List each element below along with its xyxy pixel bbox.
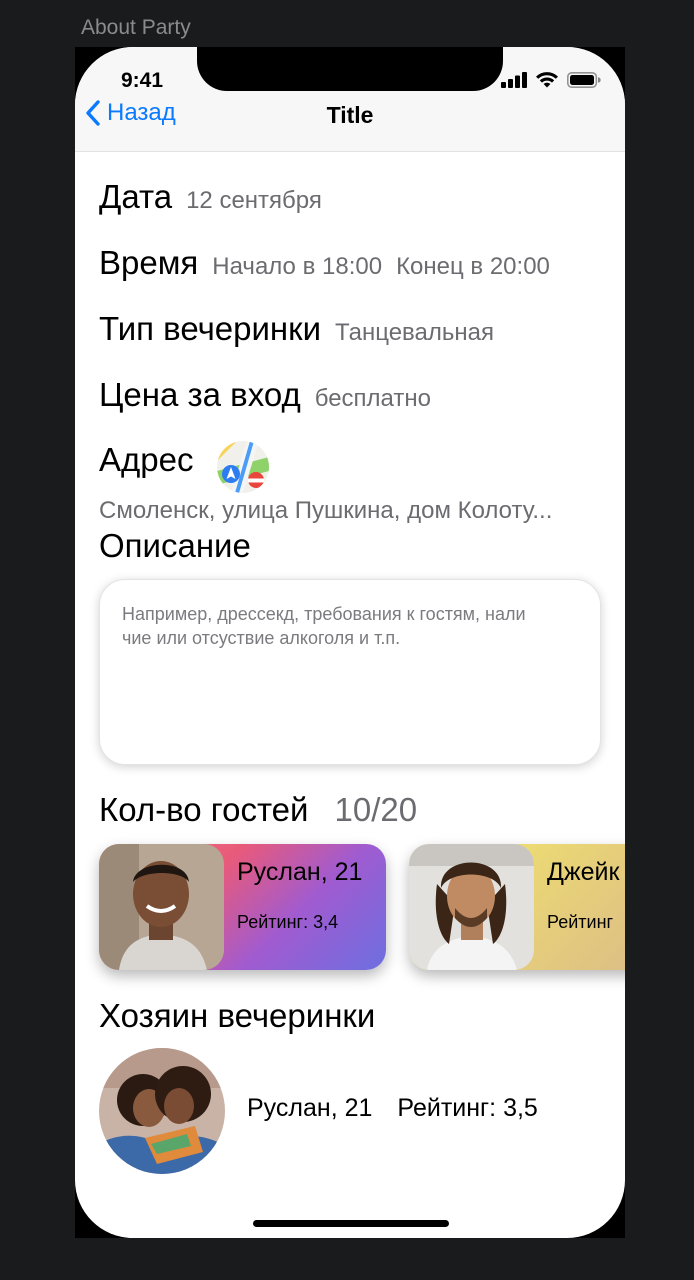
address-label: Адрес: [99, 441, 194, 478]
description-placeholder-line2: чие или отсуствие алкоголя и т.п.: [122, 628, 401, 648]
party-type-row: Тип вечеринки Танцевальная: [99, 310, 494, 348]
host-avatar[interactable]: [99, 1048, 225, 1174]
maps-icon[interactable]: [217, 441, 270, 493]
party-type-label: Тип вечеринки: [99, 310, 322, 347]
guest-count-row: Кол-во гостей 10/20: [99, 791, 417, 829]
date-value: 12 сентября: [186, 187, 322, 214]
status-icons: [501, 71, 601, 88]
host-name: Руслан, 21: [247, 1094, 373, 1122]
guest-count-label: Кол-во гостей: [99, 791, 309, 828]
guest-name: Руслан, 21: [237, 858, 363, 886]
description-label: Описание: [99, 527, 251, 564]
guest-photo: [99, 844, 224, 970]
price-label: Цена за вход: [99, 376, 301, 413]
time-start: Начало в 18:00: [212, 253, 383, 280]
cellular-signal-icon: [501, 71, 527, 88]
nav-title: Title: [326, 102, 374, 128]
date-label: Дата: [99, 178, 173, 215]
guest-rating: Рейтинг: 3,4: [237, 912, 339, 932]
phone-screen: 9:41 Назад Title Дата 12 сентября Время …: [75, 47, 625, 1238]
home-indicator[interactable]: [253, 1220, 449, 1227]
description-placeholder-line1: Например, дрессекд, требования к гостям,…: [122, 604, 526, 624]
battery-icon: [567, 71, 601, 88]
guest-count-value: 10/20: [334, 791, 418, 828]
time-row: Время Начало в 18:00 Конец в 20:00: [99, 244, 550, 282]
guest-rating: Рейтинг: [547, 912, 614, 932]
host-info: Руслан, 21 Рейтинг: 3,5: [247, 1094, 538, 1123]
guest-card[interactable]: Джейк Рейтинг: [409, 844, 625, 970]
time-end: Конец в 20:00: [396, 253, 550, 280]
notch: [197, 47, 503, 91]
navigation-bar: 9:41 Назад Title: [75, 47, 625, 152]
wifi-icon: [536, 72, 558, 88]
host-label: Хозяин вечеринки: [99, 997, 376, 1034]
description-input[interactable]: Например, дрессекд, требования к гостям,…: [99, 579, 601, 765]
price-row: Цена за вход бесплатно: [99, 376, 431, 414]
frame-label: About Party: [81, 16, 191, 39]
guest-cards: Руслан, 21 Рейтинг: 3,4 Джейк Рейтинг: [99, 844, 625, 974]
host-row: Хозяин вечеринки: [99, 997, 375, 1035]
address-row: Адрес: [99, 441, 270, 493]
description-row: Описание: [99, 527, 251, 565]
date-row: Дата 12 сентября: [99, 178, 322, 216]
host-rating: Рейтинг: 3,5: [397, 1094, 538, 1122]
status-time: 9:41: [121, 69, 164, 92]
price-value: бесплатно: [314, 385, 431, 412]
party-type-value: Танцевальная: [335, 319, 494, 346]
artboard: 9:41 Назад Title Дата 12 сентября Время …: [75, 47, 625, 1238]
guest-name: Джейк: [547, 858, 620, 886]
guest-photo: [409, 844, 534, 970]
guest-card[interactable]: Руслан, 21 Рейтинг: 3,4: [99, 844, 386, 970]
time-label: Время: [99, 244, 199, 281]
address-value: Смоленск, улица Пушкина, дом Колоту...: [99, 497, 553, 524]
